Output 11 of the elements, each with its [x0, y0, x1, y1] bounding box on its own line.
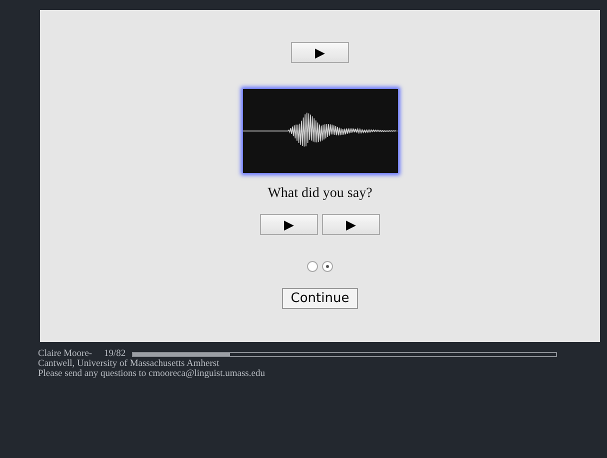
play-button[interactable]: ▶ [322, 214, 380, 235]
play-button[interactable]: ▶ [260, 214, 318, 235]
progress-counter: 19/82 [104, 349, 126, 359]
radio-button[interactable] [322, 261, 333, 272]
author-text: Cantwell, University of Massachusetts Amherst [38, 359, 220, 369]
continue-button[interactable]: Continue [282, 288, 358, 309]
question-text: What did you say? [268, 186, 372, 202]
radio-button[interactable] [307, 261, 318, 272]
play-button[interactable]: ▶ [291, 42, 349, 63]
contact-text: Please send any questions to cmooreca@linguist.umass.edu [38, 369, 266, 379]
author-text: Claire Moore- [38, 349, 94, 359]
